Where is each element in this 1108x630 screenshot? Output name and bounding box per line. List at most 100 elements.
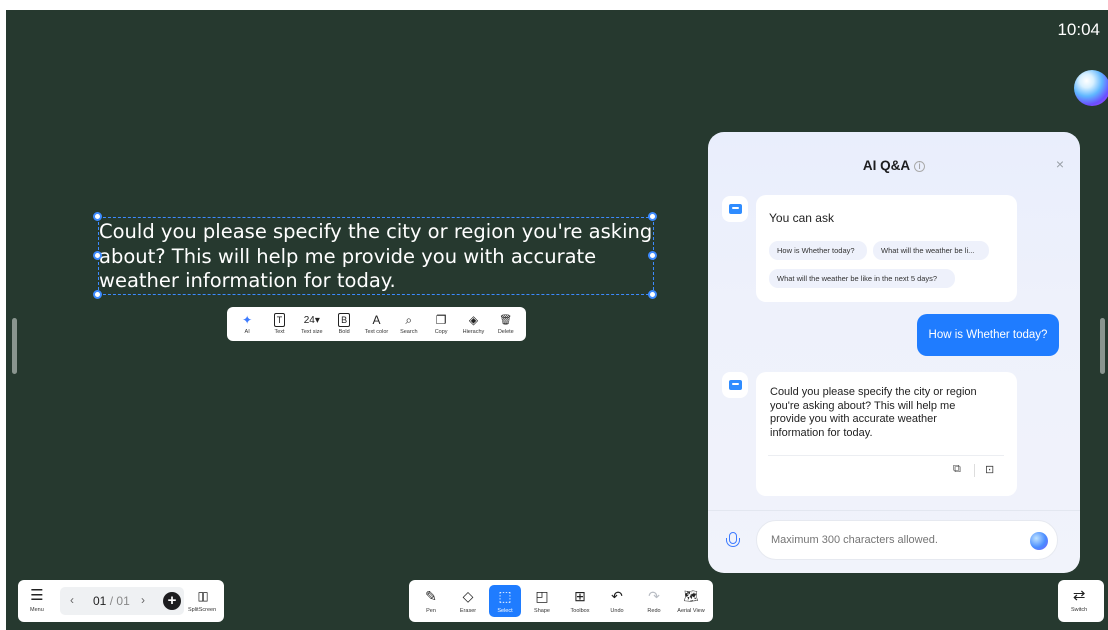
whiteboard-canvas[interactable]: 10:04 Could you please specify the city … bbox=[6, 10, 1108, 630]
redo-icon: ↷ bbox=[648, 587, 660, 604]
ai-assistant-orb-icon[interactable] bbox=[1074, 70, 1108, 106]
text-size-label: Text size bbox=[301, 329, 323, 335]
tool-toolbox[interactable]: ⊞ Toolbox bbox=[564, 585, 596, 617]
resize-handle-bottom-right[interactable] bbox=[648, 290, 657, 299]
aerial-view-label: Aerial View bbox=[677, 607, 705, 614]
text-color-label: Text color bbox=[364, 329, 389, 335]
text-toolbar: ✦ AI T Text 24▾ Text size B Bold A Text … bbox=[227, 307, 526, 341]
delete-icon: 🗑 bbox=[499, 314, 513, 326]
text-label: Text bbox=[274, 329, 285, 335]
delete-label: Delete bbox=[497, 329, 514, 335]
split-screen-icon: ▯▯ bbox=[197, 589, 208, 603]
suggestion-chip[interactable]: What will the weather be like in the nex… bbox=[769, 269, 955, 288]
selected-text-box[interactable]: Could you please specify the city or reg… bbox=[98, 217, 654, 295]
ai-panel-title: AI Q&A bbox=[862, 158, 911, 173]
hierarchy-icon: ◈ bbox=[468, 312, 479, 327]
text-box-content[interactable]: Could you please specify the city or reg… bbox=[99, 220, 655, 294]
select-label: Select bbox=[497, 607, 513, 614]
pen-icon: ✎ bbox=[425, 587, 437, 604]
switch-bar: ⇄ Switch bbox=[1058, 580, 1104, 622]
assistant-avatar-icon bbox=[728, 380, 742, 390]
bold-label: Bold bbox=[338, 329, 350, 335]
ai-panel-header: AI Q&A i bbox=[708, 158, 1080, 173]
tool-aerial-view[interactable]: 🗺 Aerial View bbox=[675, 585, 707, 617]
menu-button[interactable]: ☰ Menu bbox=[30, 588, 44, 614]
microphone-icon[interactable] bbox=[726, 532, 740, 550]
tool-pen[interactable]: ✎ Pen bbox=[415, 585, 447, 617]
switch-label: Switch bbox=[1071, 607, 1088, 613]
suggestion-chip[interactable]: How is Whether today? bbox=[769, 241, 867, 260]
assistant-answer-card: Could you please specify the city or reg… bbox=[756, 372, 1017, 496]
resize-handle-top-right[interactable] bbox=[648, 212, 657, 221]
intro-title: You can ask bbox=[769, 211, 834, 225]
resize-handle-bottom-left[interactable] bbox=[93, 290, 102, 299]
user-message-bubble: How is Whether today? bbox=[917, 314, 1059, 356]
assistant-avatar bbox=[722, 196, 748, 222]
left-edge-handle[interactable] bbox=[12, 318, 17, 374]
hierarchy-label: Hierachy bbox=[462, 329, 485, 335]
text-toolbar-size-button[interactable]: 24▾ Text size bbox=[296, 313, 328, 336]
tool-undo[interactable]: ↶ Undo bbox=[601, 585, 633, 617]
tool-redo[interactable]: ↷ Redo bbox=[638, 585, 670, 617]
question-input[interactable] bbox=[756, 520, 1058, 560]
previous-page-icon[interactable]: ‹ bbox=[70, 593, 74, 607]
text-toolbar-delete-button[interactable]: 🗑 Delete bbox=[490, 313, 522, 336]
insert-to-board-icon[interactable]: ⊡ bbox=[985, 463, 994, 476]
text-size-icon: 24▾ bbox=[303, 314, 320, 326]
next-page-icon[interactable]: › bbox=[141, 593, 145, 607]
text-toolbar-hierarchy-button[interactable]: ◈ Hierachy bbox=[457, 313, 489, 335]
copy-label: Copy bbox=[434, 329, 448, 335]
copy-answer-icon[interactable]: ⧉ bbox=[953, 463, 961, 476]
text-toolbar-bold-button[interactable]: B Bold bbox=[328, 313, 360, 335]
split-screen-button[interactable]: ▯▯ SplitScreen bbox=[188, 588, 216, 613]
undo-icon: ↶ bbox=[611, 587, 623, 604]
tool-shape[interactable]: ◰ Shape bbox=[526, 585, 558, 617]
page-bar: ☰ Menu ‹ 01 / 01 › + ▯▯ SplitScreen bbox=[18, 580, 224, 622]
search-label: Search bbox=[400, 329, 418, 335]
text-toolbar-search-button[interactable]: ⌕ Search bbox=[393, 313, 425, 335]
resize-handle-left[interactable] bbox=[93, 251, 102, 260]
switch-button[interactable]: ⇄ Switch bbox=[1071, 587, 1088, 614]
toolbox-label: Toolbox bbox=[570, 607, 590, 614]
tools-bar: ✎ Pen ◇ Eraser ⬚ Select ◰ Shape ⊞ Toolbo… bbox=[409, 580, 713, 622]
switch-icon: ⇄ bbox=[1072, 587, 1086, 604]
ai-icon: ✦ bbox=[242, 312, 253, 327]
intro-card: You can ask How is Whether today? What w… bbox=[756, 195, 1017, 302]
tool-select[interactable]: ⬚ Select bbox=[489, 585, 521, 617]
toolbox-icon: ⊞ bbox=[574, 587, 586, 604]
split-screen-label: SplitScreen bbox=[188, 607, 217, 613]
search-icon: ⌕ bbox=[405, 312, 413, 327]
text-toolbar-text-button[interactable]: T Text bbox=[263, 313, 295, 335]
text-toolbar-copy-button[interactable]: ❐ Copy bbox=[425, 313, 457, 335]
suggestion-chip[interactable]: What will the weather be li... bbox=[873, 241, 989, 260]
select-icon: ⬚ bbox=[498, 587, 512, 604]
assistant-avatar bbox=[722, 372, 748, 398]
shape-icon: ◰ bbox=[535, 587, 549, 604]
ai-qa-panel: AI Q&A i × You can ask How is Whether tod… bbox=[708, 132, 1080, 573]
input-divider bbox=[708, 510, 1080, 511]
answer-divider bbox=[768, 455, 1004, 456]
resize-handle-top-left[interactable] bbox=[93, 212, 102, 221]
assistant-answer-text: Could you please specify the city or reg… bbox=[770, 386, 977, 439]
page-separator: / bbox=[109, 594, 114, 608]
info-icon[interactable]: i bbox=[914, 161, 926, 172]
undo-label: Undo bbox=[610, 607, 624, 614]
page-indicator: 01 / 01 bbox=[93, 594, 130, 608]
add-page-button[interactable]: + bbox=[163, 592, 181, 610]
aerial-view-icon: 🗺 bbox=[683, 588, 699, 603]
shape-label: Shape bbox=[534, 607, 550, 614]
current-page: 01 bbox=[93, 594, 107, 608]
right-edge-handle[interactable] bbox=[1100, 318, 1105, 374]
text-toolbar-color-button[interactable]: A Text color bbox=[360, 313, 392, 335]
tool-eraser[interactable]: ◇ Eraser bbox=[452, 585, 484, 617]
copy-icon: ❐ bbox=[435, 312, 447, 327]
page-navigator: ‹ 01 / 01 › + bbox=[60, 587, 184, 615]
eraser-label: Eraser bbox=[459, 607, 477, 614]
redo-label: Redo bbox=[647, 607, 661, 614]
text-toolbar-ai-button[interactable]: ✦ AI bbox=[231, 313, 263, 335]
bold-icon: B bbox=[338, 313, 351, 327]
close-icon[interactable]: × bbox=[1056, 156, 1064, 172]
send-icon[interactable] bbox=[1030, 532, 1048, 550]
resize-handle-right[interactable] bbox=[648, 251, 657, 260]
ai-label: AI bbox=[244, 329, 250, 335]
